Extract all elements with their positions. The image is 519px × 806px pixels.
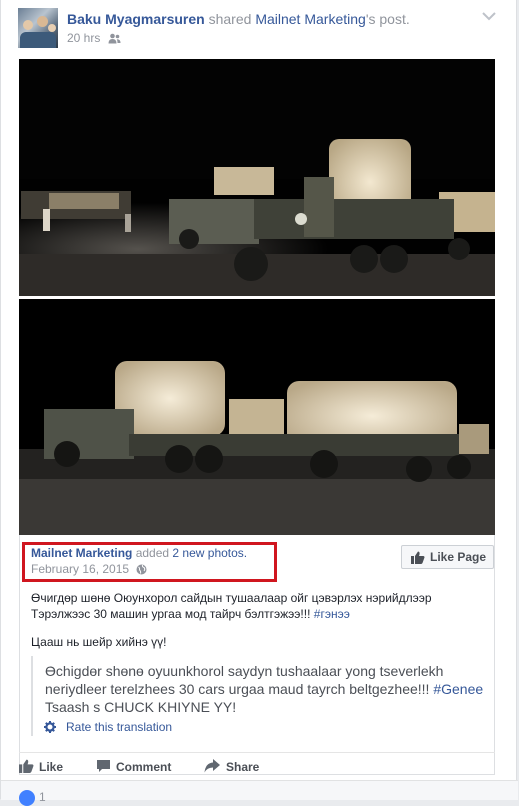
translation-line-3: Tsaash s CHUCK KHIYNE YY! — [45, 699, 237, 715]
gear-icon — [44, 721, 56, 733]
post-title: Baku Myagmarsuren shared Mailnet Marketi… — [67, 10, 410, 28]
rate-translation-label: Rate this translation — [66, 720, 173, 734]
post-header: Baku Myagmarsuren shared Mailnet Marketi… — [18, 8, 502, 48]
chevron-down-icon[interactable] — [482, 12, 496, 21]
shared-page-line: Mailnet Marketing added 2 new photos. — [31, 546, 247, 561]
like-page-label: Like Page — [430, 550, 487, 564]
photos-link[interactable]: 2 new photos. — [172, 546, 247, 560]
shared-post-date-line: February 16, 2015 — [31, 562, 147, 577]
friends-icon[interactable] — [108, 33, 121, 44]
thumbs-up-icon — [19, 759, 34, 773]
added-text: added — [135, 546, 170, 560]
post-text-line-2-prefix: Тэрэлжээс 30 машин ургаа мод тайрч бэлтг… — [31, 607, 314, 621]
source-page-link[interactable]: Mailnet Marketing — [255, 11, 366, 27]
post-card: Baku Myagmarsuren shared Mailnet Marketi… — [0, 0, 518, 806]
post-time[interactable]: 20 hrs — [67, 31, 100, 45]
post-photo-1[interactable] — [19, 59, 495, 296]
globe-icon — [136, 564, 147, 575]
post-text-line-3: Цааш нь шейр хийнэ үү! — [31, 635, 167, 649]
comment-label: Comment — [116, 760, 172, 774]
comment-icon — [97, 760, 110, 772]
post-meta: 20 hrs — [67, 30, 121, 46]
translation-hashtag-link[interactable]: #Genee — [433, 681, 483, 697]
post-text-line-2: Тэрэлжээс 30 машин ургаа мод тайрч бэлтг… — [31, 606, 350, 622]
like-page-button[interactable]: Like Page — [401, 545, 494, 569]
post-text-line-1: Өчигдөр шөнө Оюунхорол сайдын тушаалаар … — [31, 591, 432, 605]
thumbs-up-icon — [411, 551, 425, 564]
avatar[interactable] — [18, 8, 58, 48]
reactions-bar: 1 — [1, 780, 518, 806]
share-icon — [204, 759, 220, 773]
shared-post-date[interactable]: February 16, 2015 — [31, 562, 129, 576]
like-label: Like — [39, 760, 64, 774]
shared-text: shared — [208, 11, 252, 27]
translation-line-2-prefix: neriydleer terelzhees 30 cars urgaa maud… — [45, 681, 434, 697]
translation-line-1: Өchigdөr shөnө oyuunkhorol saydyn tushaa… — [45, 663, 444, 679]
author-link[interactable]: Baku Myagmarsuren — [67, 11, 205, 27]
hashtag-link[interactable]: #гэнээ — [314, 607, 350, 621]
photo-1-image — [19, 59, 495, 296]
translation-line-2: neriydleer terelzhees 30 cars urgaa maud… — [45, 680, 483, 698]
share-label: Share — [226, 760, 260, 774]
like-reaction-icon[interactable] — [19, 790, 35, 806]
shared-page-link[interactable]: Mailnet Marketing — [31, 546, 132, 560]
source-suffix: 's post. — [365, 11, 410, 27]
reaction-count[interactable]: 1 — [39, 790, 46, 804]
post-photo-2[interactable] — [19, 299, 495, 535]
photo-2-image — [19, 299, 495, 535]
post-actions: Like Comment Share — [19, 752, 495, 779]
